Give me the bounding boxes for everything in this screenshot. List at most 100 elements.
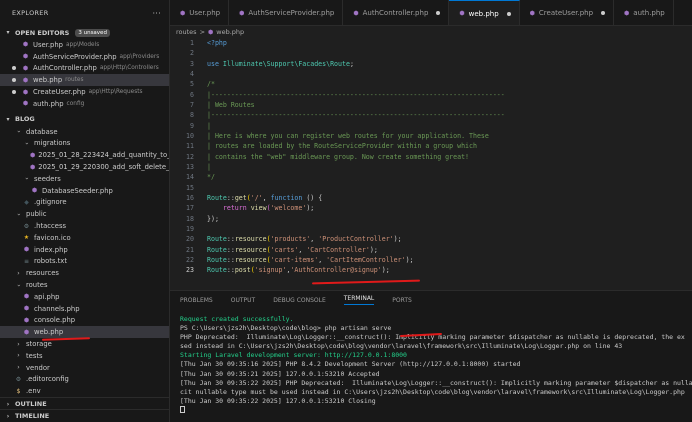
line-number: 4 [190,70,194,79]
tab-web-php[interactable]: ⬢ web.php [449,0,520,25]
code-line[interactable]: 14 */ [170,172,692,182]
code-line[interactable]: 17 return view('welcome'); [170,203,692,213]
open-editors-section[interactable]: ▾ OPEN EDITORS 3 unsaved [0,26,169,39]
timeline-section[interactable]: › TIMELINE [0,409,169,422]
code-line[interactable]: 22 Route::resource('cart-items', 'CartIte… [170,255,692,265]
more-actions-icon[interactable]: ··· [152,9,161,18]
code-line[interactable]: 21 Route::resource('carts', 'CartControll… [170,245,692,255]
code-line[interactable]: 8 |--------------------------------------… [170,110,692,120]
php-file-icon: ⬢ [23,305,30,313]
code-editor[interactable]: 1 <?php 2 3 use Illuminate\Support\Facades\R… [170,38,692,288]
tree-file[interactable]: ⬢ DatabaseSeeder.php [0,185,169,197]
tree-item-label: 2025_01_28_223424_add_quantity_to_cart..… [38,151,169,160]
project-section[interactable]: ▾ BLOG [0,113,169,126]
tree-folder[interactable]: › routes [0,279,169,291]
tree-item-label: channels.php [34,304,80,313]
tab-label: web.php [468,9,499,18]
editor-tabs: ⬢ User.php ⬢ AuthServiceProvider.php ⬢ AuthCo… [170,0,692,26]
code-line[interactable]: 19 [170,224,692,234]
line-number: 3 [190,59,194,68]
code-line[interactable]: 6 |--------------------------------------… [170,90,692,100]
tab-createuser-php[interactable]: ⬢ CreateUser.php [520,0,615,25]
code-line[interactable]: 1 <?php [170,38,692,48]
tab-label: auth.php [633,9,665,17]
tree-file[interactable]: ⬢ web.php [0,326,169,341]
open-editor-item[interactable]: ⬢ AuthServiceProvider.php app\Providers [0,51,169,63]
tree-folder[interactable]: › public [0,208,169,220]
tree-file[interactable]: ⬢ index.php [0,244,169,256]
unsaved-dot-icon[interactable] [12,66,16,71]
tree-folder[interactable]: › storage [0,338,169,350]
code-line[interactable]: 4 [170,69,692,79]
tree-folder[interactable]: › vendor [0,362,169,374]
tree-folder[interactable]: › resources [0,267,169,279]
tree-folder[interactable]: › seeders [0,173,169,185]
code-line[interactable]: 9 | [170,121,692,131]
line-number: 6 [190,90,194,99]
code-line[interactable]: 11 | routes are loaded by the RouteServic… [170,141,692,151]
tree-file[interactable]: ⬢2025_01_29_220300_add_soft_delete_to_c.… [0,161,169,173]
line-number: 10 [186,132,194,141]
unsaved-dot-icon[interactable] [12,90,16,95]
terminal-output[interactable]: Request created successfully. PS C:\Users… [170,309,692,415]
tree-file[interactable]: ◆ .gitignore [0,197,169,209]
unsaved-dot-icon[interactable] [506,11,511,16]
tree-file[interactable]: ⚙ .htaccess [0,220,169,232]
open-editor-item[interactable]: ⬢ web.php routes [0,74,169,87]
tree-file[interactable]: $ .env [0,385,169,397]
line-number: 21 [186,245,194,254]
terminal-cursor[interactable] [180,406,185,414]
tree-item-label: console.php [34,316,76,325]
tree-item-label: routes [26,281,48,290]
tree-item-label: seeders [34,174,61,183]
open-editor-item[interactable]: ⬢ User.php app\Models [0,39,169,51]
breadcrumb-file[interactable]: web.php [216,28,244,36]
panel-tab-output[interactable]: OUTPUT [231,297,255,304]
open-editor-item[interactable]: ⬢ auth.php config [0,98,169,110]
tab-user-php[interactable]: ⬢ User.php [170,0,230,25]
code-text: return view('welcome'); [222,204,315,213]
code-text: Route::resource('carts', 'CartController… [207,245,378,254]
terminal-line: PS C:\Users\jzs2h\Desktop\code\blog> php… [180,324,392,333]
tree-file[interactable]: ⬢ console.php [0,315,169,327]
open-editor-item[interactable]: ⬢ CreateUser.php app\Http\Requests [0,86,169,98]
tree-item-label: index.php [34,245,68,254]
tab-label: AuthController.php [362,9,429,17]
tab-authserviceprovider-php[interactable]: ⬢ AuthServiceProvider.php [229,0,344,25]
unsaved-dot-icon[interactable] [12,78,16,83]
settings-file-icon: ⚙ [23,222,30,230]
file-tree: › database › migrations ⬢ 2025_01_28_223424_a… [0,126,169,397]
tree-folder[interactable]: › tests [0,350,169,362]
open-editor-item[interactable]: ⬢ AuthController.php app\Http\Controllers [0,63,169,75]
tree-file[interactable]: ★ favicon.ico [0,232,169,244]
tab-authcontroller-php[interactable]: ⬢ AuthController.php [343,0,450,25]
tree-folder[interactable]: › database [0,126,169,138]
code-line[interactable]: 20 Route::resource('products', 'ProductCo… [170,234,692,244]
code-line[interactable]: 5 /* [170,79,692,89]
panel-tab-problems[interactable]: PROBLEMS [180,297,213,304]
code-line[interactable]: 2 [170,48,692,58]
code-line[interactable]: 12 | contains the "web" middleware group.… [170,152,692,162]
code-line[interactable]: 10 | Here is where you can register web r… [170,131,692,141]
panel-tab-debug-console[interactable]: DEBUG CONSOLE [273,297,326,304]
code-line[interactable]: 7 | Web Routes [170,100,692,110]
code-line[interactable]: 18}); [170,214,692,224]
panel-tab-terminal[interactable]: TERMINAL [343,295,375,305]
tree-file[interactable]: ⬢2025_01_28_223424_add_quantity_to_cart.… [0,149,169,161]
terminal-prompt-line[interactable] [180,406,692,415]
tree-folder[interactable]: › migrations [0,138,169,150]
tree-file[interactable]: ⬢ channels.php [0,303,169,315]
tab-auth-php[interactable]: ⬢ auth.php [614,0,674,25]
code-line[interactable]: 16 Route::get('/', function () { [170,193,692,203]
panel-tab-ports[interactable]: PORTS [392,297,412,304]
tree-file[interactable]: ⚙ .editorconfig [0,374,169,386]
code-line[interactable]: 23 Route::post('signup','AuthController@s… [170,265,692,275]
code-line[interactable]: 15 [170,183,692,193]
tree-file[interactable]: ≡ robots.txt [0,256,169,268]
breadcrumb-folder[interactable]: routes [176,28,197,36]
unsaved-dot-icon[interactable] [601,11,606,15]
tree-file[interactable]: ⬢ api.php [0,291,169,303]
code-line[interactable]: 3 use Illuminate\Support\Facades\Route; [170,59,692,69]
code-line[interactable]: 13 | [170,162,692,172]
unsaved-dot-icon[interactable] [436,11,441,15]
